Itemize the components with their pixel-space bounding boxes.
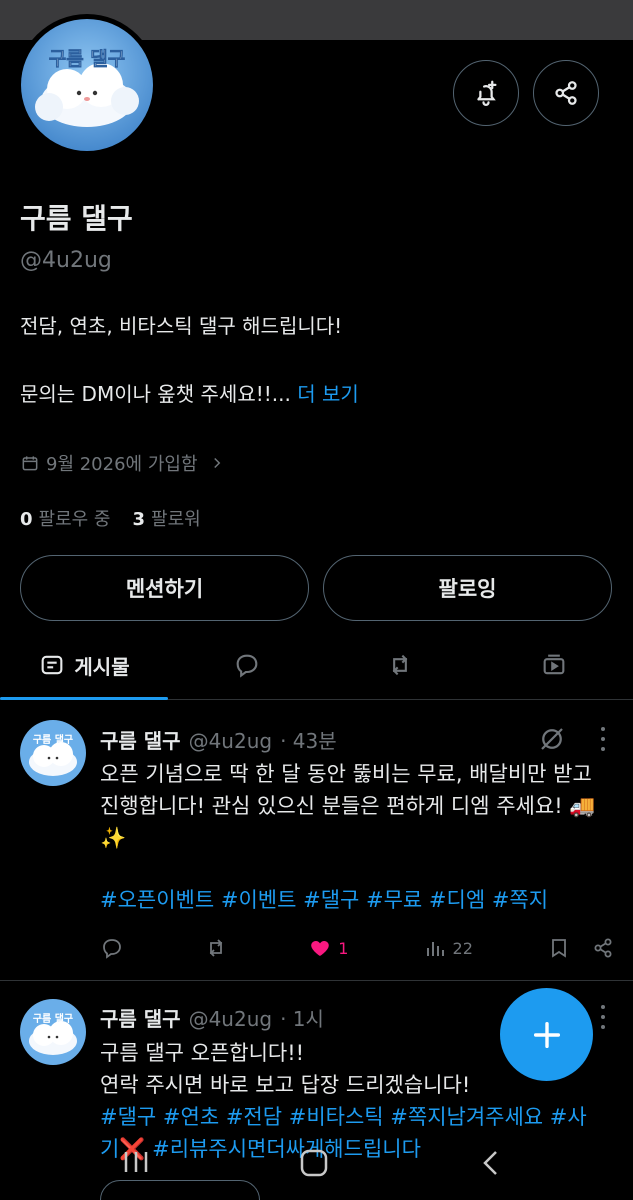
following-button[interactable]: 팔로잉: [323, 555, 612, 621]
bell-plus-icon: [477, 80, 497, 106]
joined-date[interactable]: 9월 2026에 가입함: [20, 450, 226, 476]
followers-count[interactable]: 3: [133, 509, 146, 530]
like-count: 1: [338, 938, 349, 958]
view-count: 22: [452, 938, 473, 958]
svg-text:구름 댈구: 구름 댈구: [33, 1013, 73, 1025]
follow-counts: 0 팔로우 중 3 팔로워: [20, 505, 201, 531]
post-time[interactable]: · 1시: [280, 1003, 324, 1032]
post-actions: 1 22: [100, 933, 615, 963]
share-profile-button[interactable]: [533, 60, 599, 126]
chevron-right-icon: [213, 457, 220, 469]
more-options-icon[interactable]: [599, 727, 607, 751]
post-header: 구름 댈구 @4u2ug · 1시: [100, 1003, 324, 1032]
profile-bio-line-1: 전담, 연초, 비타스틱 댈구 해드립니다!: [20, 314, 343, 338]
post-author-handle[interactable]: @4u2ug: [189, 1007, 273, 1031]
post-text: 오픈 기념으로 딱 한 달 동안 뚫비는 무료, 배달비만 받고 진행합니다! …: [100, 762, 596, 850]
svg-text:구름 댈구: 구름 댈구: [49, 48, 126, 70]
posts-tab-icon: [42, 655, 63, 675]
svg-text:구름 댈구: 구름 댈구: [33, 734, 73, 746]
grok-icon[interactable]: [537, 724, 567, 754]
profile-tabs: 게시물: [0, 630, 633, 700]
reply-bubble-icon: [236, 654, 258, 678]
system-nav-bar: [0, 1140, 633, 1184]
share-icon[interactable]: [591, 936, 615, 960]
views-button[interactable]: 22: [423, 936, 473, 960]
post-secondary-actions: [547, 936, 615, 960]
repost-icon: [392, 654, 408, 676]
reply-icon: [103, 939, 121, 959]
repost-icon: [209, 939, 223, 957]
following-count[interactable]: 0: [20, 509, 33, 530]
tab-replies[interactable]: [168, 630, 326, 700]
compose-button[interactable]: [500, 988, 593, 1081]
joined-text: 9월 2026에 가입함: [46, 454, 198, 475]
post-author-handle[interactable]: @4u2ug: [189, 729, 273, 753]
profile-handle: @4u2ug: [20, 248, 112, 273]
plus-icon: [533, 1021, 560, 1048]
post-author-name[interactable]: 구름 댈구: [100, 1003, 181, 1032]
tab-media[interactable]: [474, 630, 633, 700]
tab-reposts[interactable]: [326, 630, 474, 700]
profile-display-name: 구름 댈구: [20, 202, 133, 235]
calendar-icon: [22, 456, 38, 471]
back-icon[interactable]: [478, 1148, 504, 1178]
notifications-button[interactable]: [453, 60, 519, 126]
tab-posts[interactable]: 게시물: [0, 630, 168, 700]
post-avatar[interactable]: 구름 댈구: [20, 720, 86, 786]
post-item[interactable]: 구름 댈구 구름 댈구 @4u2ug · 43분 오픈 기념으로 딱 한 달 동…: [0, 700, 633, 980]
post-author-name[interactable]: 구름 댈구: [100, 725, 181, 754]
cloud-avatar-image: 구름 댈구: [21, 19, 153, 151]
following-label[interactable]: 팔로우 중: [39, 505, 111, 531]
views-bar-icon: [426, 942, 444, 956]
reply-button[interactable]: [100, 936, 130, 960]
profile-bio-line-2: 문의는 DM이나 옾챗 주세요!!... 더 보기: [20, 378, 359, 407]
share-icon: [555, 81, 577, 105]
like-button[interactable]: 1: [308, 936, 348, 960]
post-avatar[interactable]: 구름 댈구: [20, 999, 86, 1065]
post-header: 구름 댈구 @4u2ug · 43분: [100, 725, 337, 754]
post-time[interactable]: · 43분: [280, 725, 337, 754]
heart-filled-icon: [311, 941, 330, 956]
tab-posts-label: 게시물: [74, 654, 130, 679]
bookmark-icon[interactable]: [547, 936, 571, 960]
repost-button[interactable]: [204, 936, 234, 960]
profile-avatar[interactable]: 구름 댈구: [16, 14, 158, 156]
followers-label[interactable]: 팔로워: [151, 505, 201, 531]
recent-apps-icon[interactable]: [120, 1148, 152, 1176]
bio-text: 문의는 DM이나 옾챗 주세요!!...: [20, 382, 291, 406]
bio-more-link[interactable]: 더 보기: [297, 382, 359, 406]
home-icon[interactable]: [297, 1148, 331, 1178]
mention-button[interactable]: 멘션하기: [20, 555, 309, 621]
more-options-icon[interactable]: [599, 1005, 607, 1029]
post-hashtags[interactable]: #오픈이벤트 #이벤트 #댈구 #무료 #디엠 #쪽지: [100, 884, 600, 916]
media-play-icon: [543, 654, 564, 675]
